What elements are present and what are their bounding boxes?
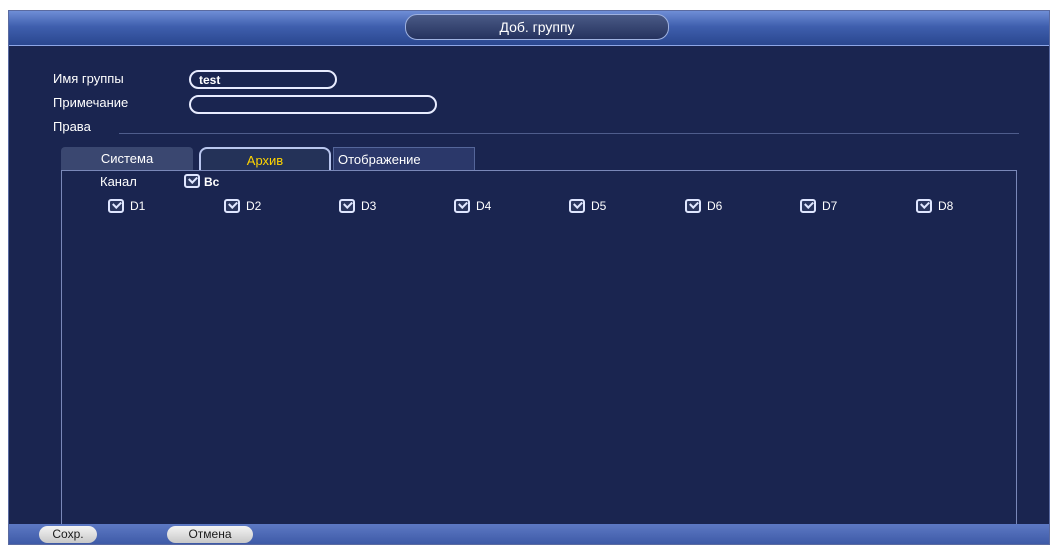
channel-label-d1: D1 xyxy=(130,199,146,213)
cancel-button[interactable]: Отмена xyxy=(167,526,253,543)
select-all-checkbox[interactable] xyxy=(184,174,200,188)
dialog-title: Доб. группу xyxy=(405,14,669,40)
section-divider xyxy=(119,133,1019,134)
channel-panel: Канал Вс D1 D2 D3 D4 D5 D6 D7 D8 xyxy=(61,170,1017,526)
group-name-input[interactable] xyxy=(189,70,337,89)
channel-label-d8: D8 xyxy=(938,199,954,213)
channel-checkbox-d5[interactable] xyxy=(569,199,585,213)
channel-checkbox-d8[interactable] xyxy=(916,199,932,213)
save-button[interactable]: Сохр. xyxy=(39,526,97,543)
channel-checkbox-d6[interactable] xyxy=(685,199,701,213)
add-group-dialog: Доб. группу Имя группы Примечание Права … xyxy=(8,10,1050,545)
channel-label-d7: D7 xyxy=(822,199,838,213)
tab-archive[interactable]: Архив xyxy=(199,147,331,171)
channel-checkbox-d2[interactable] xyxy=(224,199,240,213)
channel-checkbox-d4[interactable] xyxy=(454,199,470,213)
channel-label-d3: D3 xyxy=(361,199,377,213)
tab-system[interactable]: Система xyxy=(61,147,193,171)
channel-label-d6: D6 xyxy=(707,199,723,213)
channel-label-d2: D2 xyxy=(246,199,262,213)
channel-checkbox-d7[interactable] xyxy=(800,199,816,213)
note-input[interactable] xyxy=(189,95,437,114)
channel-checkbox-d3[interactable] xyxy=(339,199,355,213)
note-label: Примечание xyxy=(53,95,129,110)
rights-label: Права xyxy=(53,119,91,134)
select-all-label: Вс xyxy=(204,175,220,189)
group-name-label: Имя группы xyxy=(53,71,124,86)
channel-label: Канал xyxy=(100,174,137,189)
title-bar: Доб. группу xyxy=(9,11,1049,46)
bottom-bar: Сохр. Отмена xyxy=(9,524,1049,544)
channel-checkbox-d1[interactable] xyxy=(108,199,124,213)
tab-display[interactable]: Отображение xyxy=(333,147,475,171)
channel-label-d5: D5 xyxy=(591,199,607,213)
channel-label-d4: D4 xyxy=(476,199,492,213)
